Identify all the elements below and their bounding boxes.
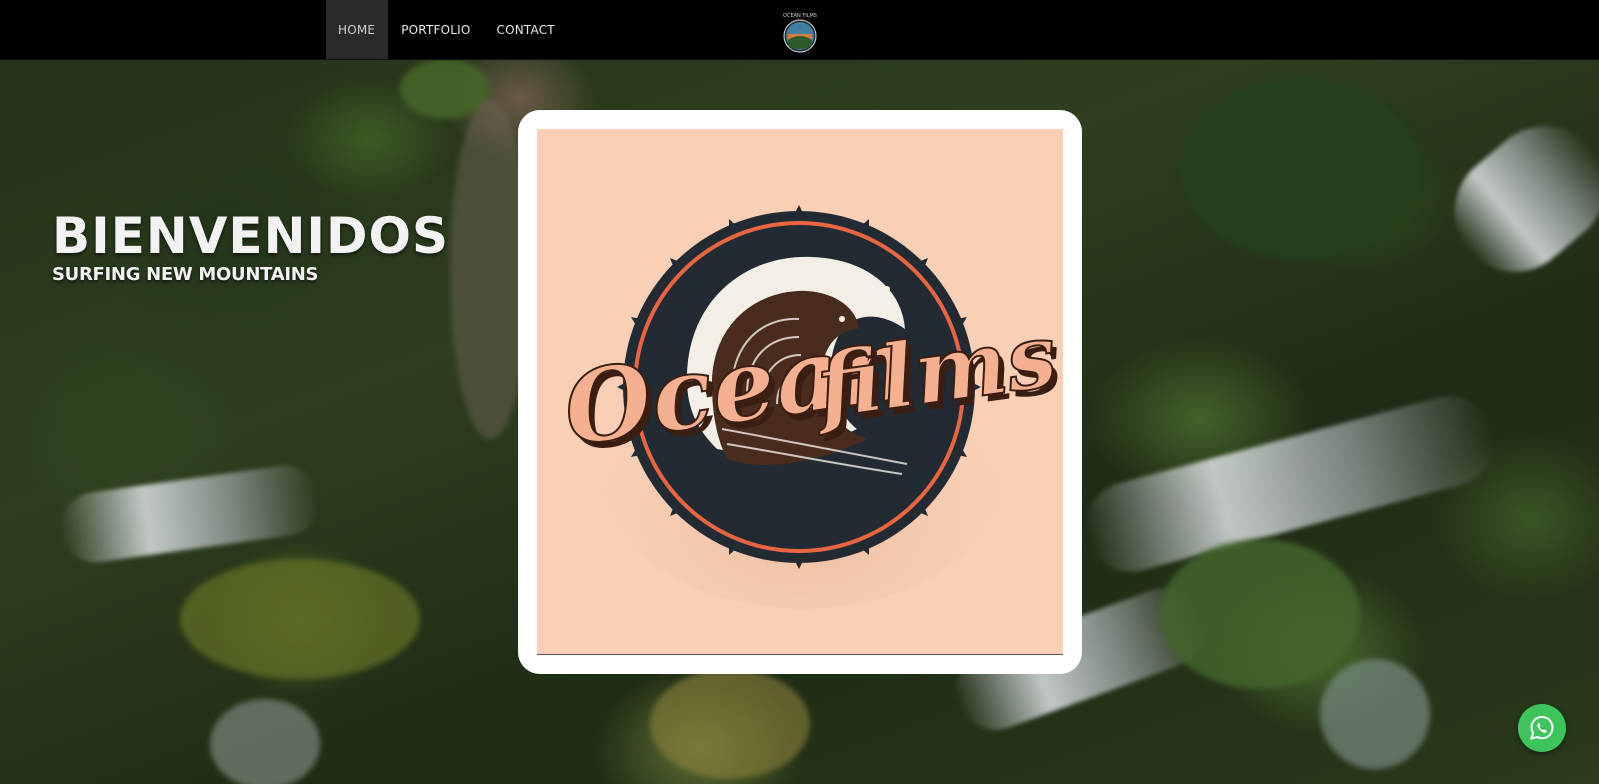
river-top-right [1430, 101, 1599, 297]
nav-item-portfolio[interactable]: PORTFOLIO [388, 0, 483, 59]
top-navigation-bar: HOME PORTFOLIO CONTACT OCEAN FILMS · · · [0, 0, 1599, 60]
main-nav: HOME PORTFOLIO CONTACT [326, 0, 568, 59]
whatsapp-button[interactable] [1518, 704, 1566, 752]
tree-cluster [1160, 539, 1360, 689]
river-left [56, 461, 324, 567]
nav-item-home[interactable]: HOME [326, 0, 389, 59]
tree-cluster [1320, 659, 1430, 769]
ocean-films-emblem-icon: Ocean Ocean films films [556, 205, 1063, 609]
welcome-heading: BIENVENIDOS SURFING NEW MOUNTAINS [52, 208, 449, 286]
tree-cluster [1180, 79, 1420, 259]
nav-item-contact[interactable]: CONTACT [484, 0, 568, 59]
page: HOME PORTFOLIO CONTACT OCEAN FILMS · · · [0, 0, 1599, 784]
logo-card-image: Ocean Ocean films films [537, 129, 1063, 655]
svg-text:· · ·: · · · [797, 51, 803, 55]
logo-card: Ocean Ocean films films [518, 110, 1082, 674]
svg-text:OCEAN FILMS: OCEAN FILMS [783, 13, 817, 19]
hero-title: BIENVENIDOS [52, 207, 450, 265]
tree-cluster [180, 559, 420, 679]
tree-cluster [650, 669, 810, 779]
hero-subtitle: SURFING NEW MOUNTAINS [52, 264, 319, 285]
whatsapp-icon [1530, 715, 1554, 740]
tree-cluster [210, 699, 320, 784]
ocean-films-logo-icon[interactable]: OCEAN FILMS · · · [779, 10, 821, 56]
